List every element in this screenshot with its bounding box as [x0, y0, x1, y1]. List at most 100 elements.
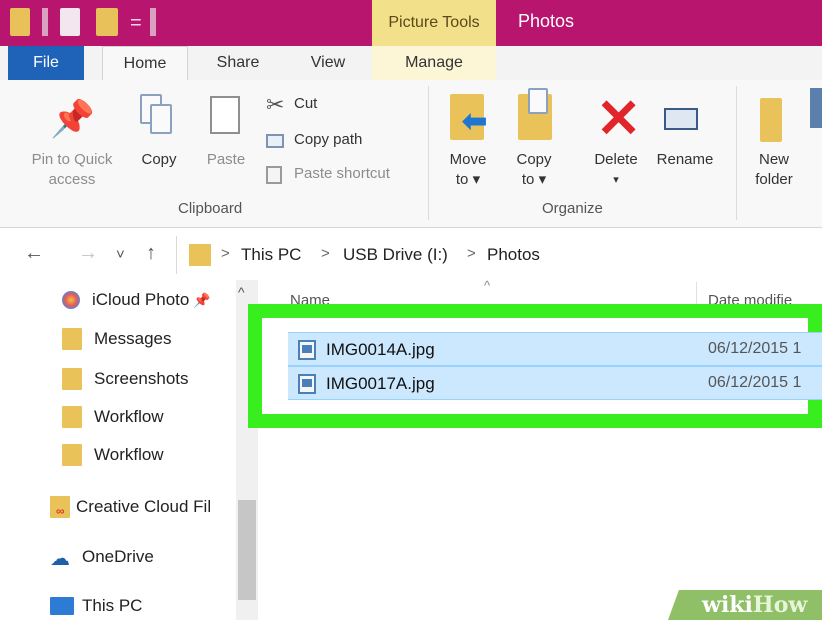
breadcrumb-photos[interactable]: Photos: [487, 245, 540, 265]
sidebar-item-workflow[interactable]: Workflow: [62, 444, 164, 466]
sidebar-item-messages[interactable]: Messages: [62, 328, 171, 350]
new-folder-icon: [760, 98, 782, 142]
file-name: IMG0014A.jpg: [326, 340, 435, 359]
organize-group-label: Organize: [542, 200, 603, 217]
file-name: IMG0017A.jpg: [326, 374, 435, 393]
sidebar-item-workflow[interactable]: Workflow: [62, 406, 164, 428]
breadcrumb-this-pc[interactable]: This PC: [241, 245, 301, 265]
file-date-modified: 06/12/2015 1: [708, 374, 802, 391]
copy-path-label: Copy path: [294, 131, 363, 148]
copy-path-icon: [266, 134, 284, 148]
tab-share[interactable]: Share: [198, 46, 278, 80]
watermark-how: How: [752, 592, 808, 618]
column-divider[interactable]: [696, 282, 697, 306]
quick-access-separator: [150, 8, 156, 36]
folder-icon: [62, 368, 82, 390]
image-file-icon: [298, 374, 316, 394]
wikihow-watermark: wikiHow: [702, 592, 807, 618]
move-arrow-icon: ⬅: [462, 105, 488, 138]
breadcrumb-separator-icon[interactable]: >: [221, 245, 230, 262]
copy-to-doc-icon: [528, 88, 548, 114]
ribbon-divider: [736, 86, 737, 220]
picture-tools-context-tab: Picture Tools: [372, 0, 496, 46]
quick-access-separator: [42, 8, 48, 36]
quick-access-customize-icon[interactable]: =: [130, 12, 142, 35]
sidebar-item-label: OneDrive: [82, 547, 154, 566]
sidebar-item-label: Workflow: [94, 445, 164, 464]
copy-label: Copy: [141, 151, 177, 168]
sidebar-item-label: Screenshots: [94, 369, 189, 388]
address-bar: ← → ˅ ↑ > This PC > USB Drive (I:) > Pho…: [0, 228, 822, 280]
sidebar-item-icloud-photos[interactable]: iCloud Photo 📌: [62, 290, 211, 310]
folder-icon: [189, 244, 211, 266]
move-to-label-line2: to ▾: [455, 171, 481, 188]
file-date-modified: 06/12/2015 1: [708, 340, 802, 357]
pin-icon: 📌: [50, 98, 95, 139]
copy-to-label-line2: to ▾: [521, 171, 547, 188]
pin-label-line1: Pin to Quick: [31, 151, 113, 168]
title-bar: = Picture Tools Photos: [0, 0, 822, 46]
sidebar-item-label: This PC: [82, 596, 143, 615]
quick-access-folder-icon[interactable]: [10, 8, 30, 36]
tab-file[interactable]: File: [8, 46, 84, 80]
onedrive-icon: ☁: [50, 548, 70, 570]
paste-shortcut-label: Paste shortcut: [294, 165, 390, 182]
tab-manage[interactable]: Manage: [372, 46, 496, 80]
quick-access-new-folder-icon[interactable]: [96, 8, 118, 36]
new-folder-label-line1: New: [758, 151, 789, 168]
pin-label-line2: access: [48, 171, 96, 188]
tab-home[interactable]: Home: [102, 46, 188, 80]
new-folder-label-line2: folder: [755, 171, 793, 188]
sidebar-item-this-pc[interactable]: This PC: [50, 596, 142, 616]
scissors-icon: ✂: [266, 92, 285, 117]
tab-view[interactable]: View: [292, 46, 364, 80]
sidebar-item-creative-cloud-files[interactable]: ∞ Creative Cloud Fil: [50, 496, 211, 518]
copy-to-label-line1: Copy: [516, 151, 552, 168]
cut-label: Cut: [294, 95, 318, 112]
back-button[interactable]: ←: [24, 242, 44, 265]
sidebar-item-onedrive[interactable]: ☁ OneDrive: [50, 546, 154, 570]
breadcrumb-separator-icon[interactable]: >: [467, 245, 476, 262]
sidebar-item-label: Workflow: [94, 407, 164, 426]
image-file-icon: [298, 340, 316, 360]
move-to-label-line1: Move: [449, 151, 487, 168]
rename-icon: [664, 108, 698, 130]
delete-label: Delete: [594, 151, 638, 168]
watermark-wiki: wiki: [702, 592, 753, 618]
paste-shortcut-icon: [266, 166, 282, 184]
forward-button[interactable]: →: [78, 242, 98, 265]
computer-icon: [50, 597, 74, 615]
table-row[interactable]: IMG0017A.jpg 06/12/2015 1: [288, 366, 822, 400]
ribbon: 📌 Pin to Quick access Copy Paste ✂ Cut C…: [0, 80, 822, 228]
delete-dropdown-arrow[interactable]: ▾: [586, 170, 646, 190]
window-title: Photos: [518, 11, 575, 31]
creative-cloud-icon: ∞: [50, 496, 70, 518]
sidebar-item-screenshots[interactable]: Screenshots: [62, 368, 189, 390]
folder-icon: [62, 406, 82, 428]
scroll-up-arrow-icon[interactable]: ^: [238, 284, 245, 300]
breadcrumb-separator-icon[interactable]: >: [321, 245, 330, 262]
new-item-icon[interactable]: [810, 88, 822, 128]
rename-label: Rename: [656, 151, 714, 168]
ribbon-divider: [428, 86, 429, 220]
delete-x-icon: ✕: [596, 89, 642, 149]
ribbon-tab-strip: File Home Share View Manage: [0, 46, 822, 80]
sidebar-item-label: Messages: [94, 329, 172, 348]
sort-ascending-icon: ^: [484, 278, 491, 293]
copy-icon-back: [150, 104, 172, 134]
paste-label: Paste: [206, 151, 246, 168]
sidebar-item-label: Creative Cloud Fil: [76, 497, 212, 516]
table-row[interactable]: IMG0014A.jpg 06/12/2015 1: [288, 332, 822, 366]
breadcrumb[interactable]: > This PC > USB Drive (I:) > Photos: [176, 236, 822, 274]
icloud-photos-icon: [62, 291, 80, 309]
clipboard-icon: [210, 96, 240, 134]
scrollbar-thumb[interactable]: [238, 500, 256, 600]
up-button[interactable]: ↑: [146, 242, 156, 265]
breadcrumb-usb-drive[interactable]: USB Drive (I:): [343, 245, 448, 265]
clipboard-group-label: Clipboard: [178, 200, 243, 217]
sidebar-item-label: iCloud Photo: [92, 290, 190, 309]
quick-access-properties-icon[interactable]: [60, 8, 80, 36]
pin-icon: 📌: [193, 291, 211, 308]
folder-icon: [62, 328, 82, 350]
recent-locations-button[interactable]: ˅: [116, 246, 125, 263]
